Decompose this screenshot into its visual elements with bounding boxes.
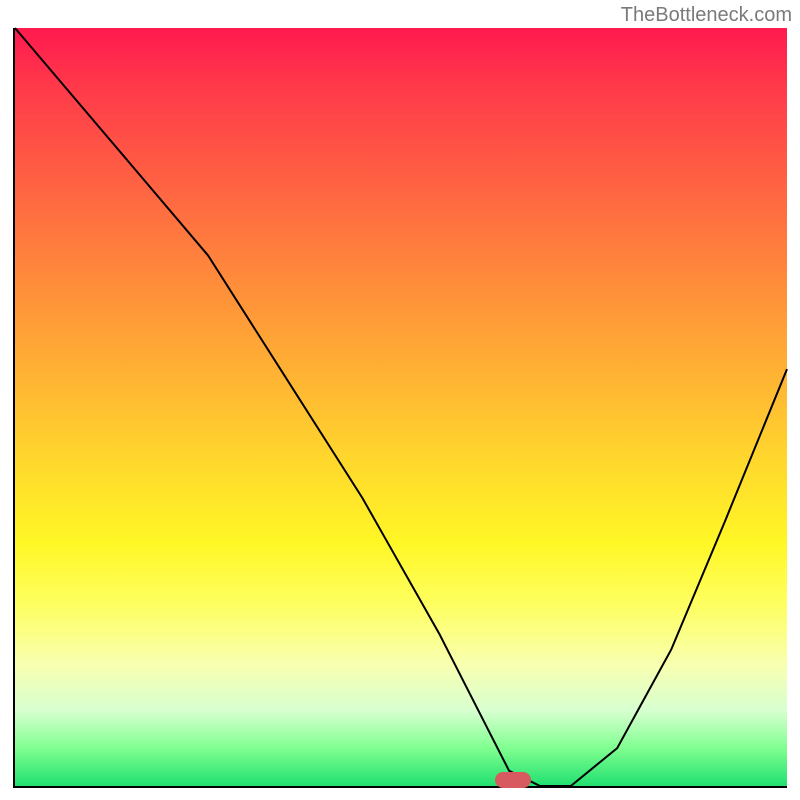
chart-plot-area	[13, 28, 787, 788]
optimal-point-marker	[495, 772, 531, 788]
bottleneck-curve	[15, 28, 787, 786]
watermark-text: TheBottleneck.com	[621, 4, 792, 27]
